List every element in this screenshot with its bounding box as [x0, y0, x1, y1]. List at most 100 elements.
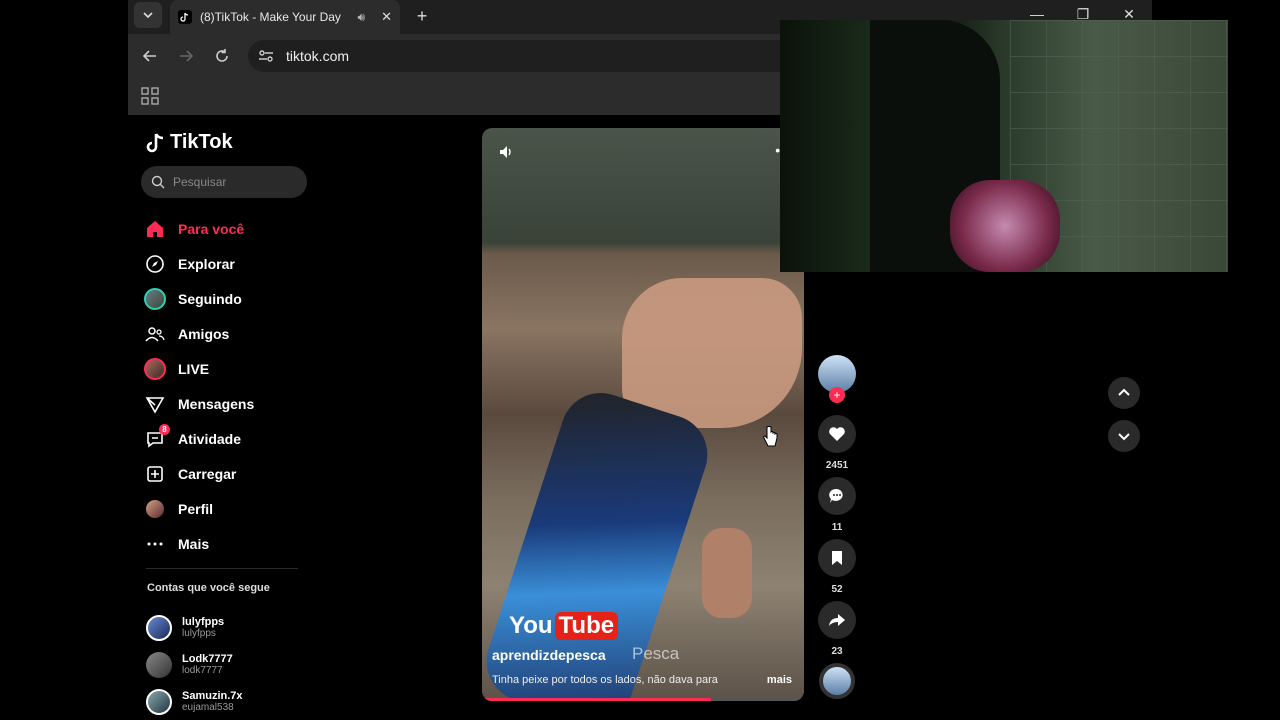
video-frame-foot [702, 528, 752, 618]
following-name: Lodk7777 [182, 653, 233, 665]
sidebar-item-label: LIVE [178, 360, 210, 377]
friends-icon [144, 323, 166, 345]
webcam-overlay [780, 20, 1228, 272]
video-progress[interactable] [482, 698, 804, 701]
sidebar-item-mensagens[interactable]: Mensagens [144, 386, 304, 421]
following-handle: eujamal538 [182, 702, 234, 713]
send-icon [144, 393, 166, 415]
url-text: tiktok.com [286, 48, 350, 64]
comment-count: 11 [831, 521, 843, 533]
sidebar-item-live[interactable]: LIVE [144, 351, 304, 386]
tiktok-note-icon [146, 132, 164, 152]
reload-button[interactable] [208, 42, 236, 70]
share-button[interactable] [818, 601, 856, 639]
watermark-tube: Tube [554, 612, 619, 640]
sidebar-item-label: Atividade [178, 430, 242, 447]
activity-badge: 8 [159, 423, 170, 435]
sidebar-item-perfil[interactable]: Perfil [144, 491, 304, 526]
logo-text: TikTok [170, 131, 233, 153]
youtube-watermark: You Tube [509, 612, 619, 640]
new-tab-button[interactable]: + [410, 4, 434, 28]
share-count: 23 [831, 645, 843, 657]
video-overlay-text: Pesca [632, 644, 680, 663]
back-button[interactable] [136, 42, 164, 70]
following-item[interactable]: Lodk7777 lodk7777 [146, 646, 296, 683]
browser-tab[interactable]: (8)TikTok - Make Your Day 🔊︎ ✕ [170, 0, 400, 34]
tab-search-button[interactable] [134, 2, 162, 28]
sidebar-item-label: Amigos [178, 325, 230, 342]
site-info-icon[interactable] [258, 49, 274, 63]
tab-title: (8)TikTok - Make Your Day [200, 10, 341, 24]
search-placeholder: Pesquisar [173, 175, 227, 189]
sidebar-item-label: Para você [178, 220, 245, 237]
sidebar-item-carregar[interactable]: Carregar [144, 456, 304, 491]
music-disc-avatar[interactable] [819, 663, 855, 699]
sidebar-item-label: Carregar [178, 465, 237, 482]
video-player[interactable]: ••• You Tube aprendizdepesca Pesca Tinha… [482, 128, 804, 701]
arrow-left-icon [143, 50, 156, 62]
reload-icon [216, 49, 228, 62]
like-button[interactable] [818, 415, 856, 453]
webcam-cloth [950, 180, 1060, 272]
sidebar-item-label: Perfil [178, 500, 214, 517]
avatar [144, 497, 166, 520]
sidebar-item-label: Mais [178, 535, 210, 552]
avatar [144, 287, 166, 310]
sidebar-item-atividade[interactable]: 8 Atividade [144, 421, 304, 456]
avatar [146, 651, 172, 678]
chevron-down-icon [143, 12, 153, 19]
search-input[interactable]: Pesquisar [141, 166, 307, 198]
following-name: Samuzin.7x [182, 690, 243, 702]
hand-cursor-icon [763, 426, 778, 447]
avatar [146, 614, 172, 641]
sidebar-item-label: Seguindo [178, 290, 242, 307]
caption-more-link[interactable]: mais [767, 674, 792, 686]
more-icon [144, 533, 166, 555]
sidebar-item-label: Mensagens [178, 395, 255, 412]
volume-icon[interactable] [498, 144, 514, 165]
following-handle: lulyfpps [182, 628, 216, 639]
following-handle: lodk7777 [182, 665, 223, 676]
sidebar-nav: Para você Explorar Seguindo Amigos LIVE … [144, 211, 304, 561]
save-button[interactable] [818, 539, 856, 577]
following-item[interactable]: Samuzin.7x eujamal538 [146, 683, 296, 720]
following-list: lulyfpps lulyfpps Lodk7777 lodk7777 Samu… [146, 609, 296, 720]
avatar [146, 688, 172, 715]
following-item[interactable]: lulyfpps lulyfpps [146, 609, 296, 646]
avatar [144, 357, 166, 380]
next-video-button[interactable] [1108, 420, 1140, 452]
home-icon [144, 218, 166, 240]
forward-button[interactable] [172, 42, 200, 70]
sidebar-divider [146, 568, 298, 569]
sidebar-item-para-voce[interactable]: Para você [144, 211, 304, 246]
following-name: lulyfpps [182, 616, 225, 628]
apps-grid-icon[interactable] [140, 86, 160, 106]
save-count: 52 [831, 583, 843, 595]
creator-avatar[interactable]: + [818, 355, 856, 403]
watermark-you: You [509, 612, 553, 639]
previous-video-button[interactable] [1108, 377, 1140, 409]
inbox-icon: 8 [144, 423, 170, 450]
following-title: Contas que você segue [147, 582, 270, 594]
sidebar-item-mais[interactable]: Mais [144, 526, 304, 561]
close-tab-icon[interactable]: ✕ [381, 9, 392, 25]
heart-icon [829, 427, 845, 441]
compass-icon [144, 253, 166, 275]
video-author[interactable]: aprendizdepesca [492, 647, 606, 663]
sidebar-item-amigos[interactable]: Amigos [144, 316, 304, 351]
search-icon [151, 175, 165, 189]
tiktok-logo[interactable]: TikTok [146, 131, 233, 154]
sidebar-item-explorar[interactable]: Explorar [144, 246, 304, 281]
comment-icon [829, 488, 843, 503]
sidebar-item-seguindo[interactable]: Seguindo [144, 281, 304, 316]
chevron-up-icon [1118, 388, 1130, 396]
bookmark-icon [832, 551, 842, 565]
comment-button[interactable] [818, 477, 856, 515]
speaker-icon[interactable]: 🔊︎ [358, 10, 366, 25]
like-count: 2451 [825, 459, 849, 471]
chevron-down-icon [1118, 433, 1130, 441]
share-icon [829, 614, 845, 626]
sidebar-item-label: Explorar [178, 255, 235, 272]
tiktok-favicon-icon [178, 10, 192, 24]
follow-plus-icon[interactable]: + [829, 387, 845, 403]
